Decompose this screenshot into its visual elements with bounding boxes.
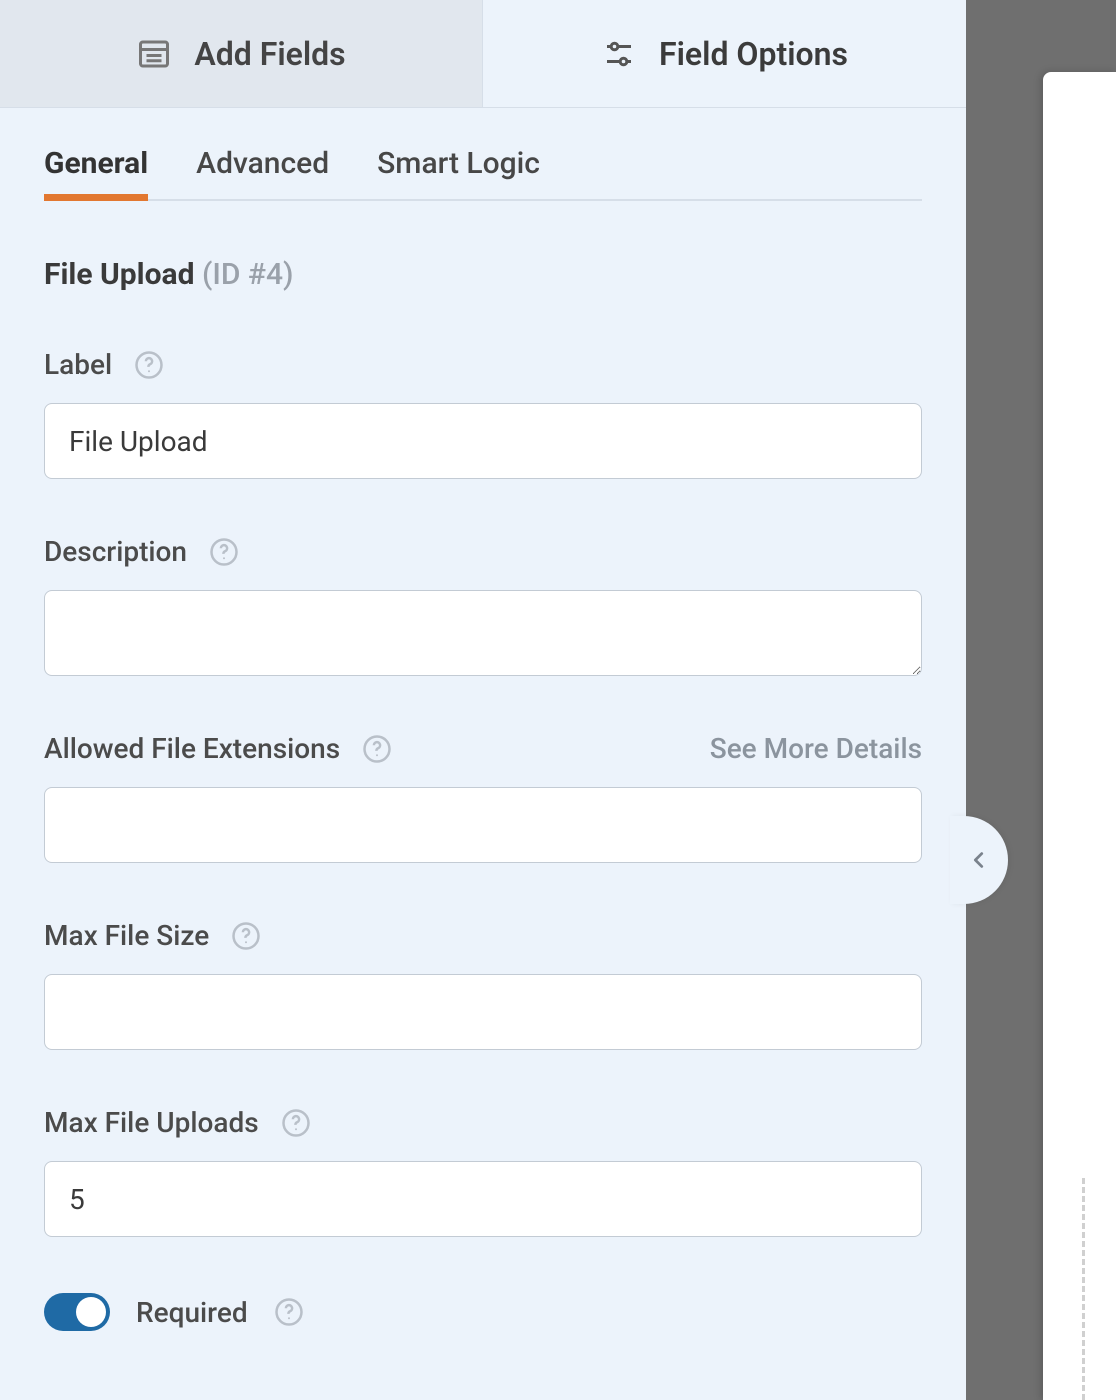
help-icon[interactable]: [274, 1297, 304, 1327]
tab-add-fields-label: Add Fields: [194, 35, 345, 73]
sliders-icon: [601, 36, 637, 72]
required-label: Required: [136, 1296, 248, 1329]
sub-tabs: General Advanced Smart Logic: [44, 132, 922, 201]
label-input[interactable]: [44, 403, 922, 479]
max-uploads-label: Max File Uploads: [44, 1106, 259, 1139]
allowed-ext-label: Allowed File Extensions: [44, 732, 340, 765]
max-uploads-input[interactable]: [44, 1161, 922, 1237]
sub-tabs-container: General Advanced Smart Logic: [0, 132, 966, 201]
field-options-panel: Add Fields Field Options General Advance…: [0, 0, 966, 1400]
section-heading: File Upload (ID #4): [0, 201, 966, 292]
help-icon[interactable]: [231, 921, 261, 951]
field-id-text: (ID #4): [202, 257, 294, 292]
chevron-left-icon: [968, 845, 990, 875]
field-description-group: Description: [44, 535, 922, 676]
allowed-ext-input[interactable]: [44, 787, 922, 863]
tab-field-options[interactable]: Field Options: [483, 0, 966, 107]
preview-dashed-line: [1082, 1178, 1085, 1400]
tab-field-options-label: Field Options: [659, 35, 848, 73]
description-label: Description: [44, 535, 187, 568]
help-icon[interactable]: [209, 537, 239, 567]
list-icon: [136, 36, 172, 72]
field-type-title: File Upload: [44, 257, 194, 292]
subtab-smart-logic[interactable]: Smart Logic: [377, 132, 540, 199]
field-label-group: Label: [44, 348, 922, 479]
max-size-input[interactable]: [44, 974, 922, 1050]
toggle-knob: [76, 1297, 106, 1327]
field-max-size-group: Max File Size: [44, 919, 922, 1050]
max-size-label: Max File Size: [44, 919, 209, 952]
field-allowed-ext-group: Allowed File Extensions See More Details: [44, 732, 922, 863]
help-icon[interactable]: [362, 734, 392, 764]
see-more-details-link[interactable]: See More Details: [710, 732, 922, 765]
description-input[interactable]: [44, 590, 922, 676]
main-tabs: Add Fields Field Options: [0, 0, 966, 108]
required-row: Required: [0, 1293, 966, 1331]
fields-container: Label Description: [0, 348, 966, 1237]
required-toggle[interactable]: [44, 1293, 110, 1331]
subtab-advanced[interactable]: Advanced: [196, 132, 329, 199]
field-max-uploads-group: Max File Uploads: [44, 1106, 922, 1237]
subtab-general[interactable]: General: [44, 132, 148, 199]
help-icon[interactable]: [134, 350, 164, 380]
help-icon[interactable]: [281, 1108, 311, 1138]
preview-card-edge: [1043, 72, 1116, 1400]
label-label: Label: [44, 348, 112, 381]
tab-add-fields[interactable]: Add Fields: [0, 0, 483, 107]
